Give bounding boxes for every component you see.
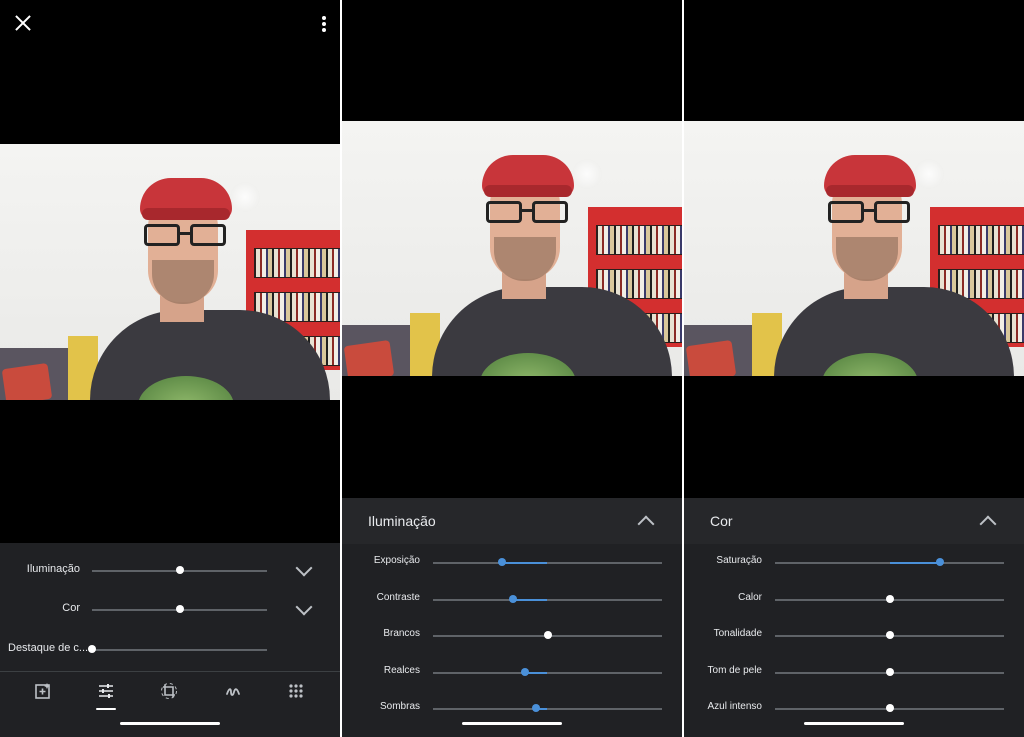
home-indicator[interactable] bbox=[804, 722, 904, 725]
markup-icon[interactable] bbox=[222, 682, 244, 704]
slider-label: Calor bbox=[738, 591, 762, 603]
chevron-up-icon[interactable] bbox=[979, 515, 997, 533]
chevron-down-icon[interactable] bbox=[295, 559, 313, 577]
pillow bbox=[1, 362, 53, 400]
chevron-down-icon[interactable] bbox=[295, 598, 313, 616]
slider-track[interactable] bbox=[433, 562, 662, 564]
photo-preview bbox=[0, 144, 340, 400]
photo-preview bbox=[342, 121, 682, 376]
editor-screen-overview: Iluminação Cor Destaque de c... bbox=[0, 0, 340, 737]
slider-label: Iluminação bbox=[26, 563, 80, 575]
slider-track[interactable] bbox=[433, 671, 662, 674]
slider-thumb[interactable] bbox=[88, 645, 96, 653]
slider-fill bbox=[501, 562, 548, 564]
slider-fill bbox=[889, 562, 940, 564]
person bbox=[432, 121, 672, 376]
slider-thumb[interactable] bbox=[497, 558, 506, 566]
slider-label: Saturação bbox=[716, 555, 762, 566]
person bbox=[90, 144, 330, 400]
more-tools-icon[interactable] bbox=[285, 682, 307, 704]
sheet-header[interactable]: Cor bbox=[684, 498, 1024, 544]
editor-screen-cor: Cor Saturação Calor Tonalidade Tom de pele A… bbox=[684, 0, 1024, 737]
slider-thumb[interactable] bbox=[885, 594, 894, 603]
photo-preview bbox=[684, 121, 1024, 376]
slider-label: Exposição bbox=[373, 555, 420, 566]
slider-thumb[interactable] bbox=[885, 631, 894, 639]
crop-rotate-icon[interactable] bbox=[158, 682, 180, 704]
active-tool-indicator bbox=[96, 708, 116, 710]
sheet-title: Iluminação bbox=[368, 513, 436, 529]
slider-row[interactable]: Tom de pele bbox=[684, 663, 1024, 683]
slider-label: Sombras bbox=[379, 701, 420, 712]
slider-track[interactable] bbox=[92, 649, 267, 651]
slider-label: Realces bbox=[383, 664, 420, 676]
person bbox=[774, 121, 1014, 376]
slider-thumb[interactable] bbox=[176, 566, 184, 574]
slider-thumb[interactable] bbox=[935, 558, 944, 566]
suggestions-icon[interactable] bbox=[32, 682, 54, 704]
tool-bar bbox=[0, 671, 340, 737]
slider-label: Azul intenso bbox=[707, 701, 762, 712]
slider-row-cor[interactable]: Cor bbox=[0, 595, 340, 625]
slider-fill bbox=[513, 598, 548, 601]
slider-thumb[interactable] bbox=[176, 605, 184, 613]
chevron-up-icon[interactable] bbox=[637, 515, 655, 533]
slider-row[interactable]: Sombras bbox=[342, 699, 682, 719]
slider-row[interactable]: Saturação bbox=[684, 553, 1024, 573]
slider-row[interactable]: Azul intenso bbox=[684, 699, 1024, 719]
slider-row-iluminacao[interactable]: Iluminação bbox=[0, 556, 340, 586]
pillow bbox=[343, 339, 395, 376]
slider-row[interactable]: Contraste bbox=[342, 590, 682, 610]
slider-thumb[interactable] bbox=[885, 704, 894, 712]
pillow bbox=[685, 339, 737, 376]
slider-label: Contraste bbox=[376, 591, 420, 603]
slider-row[interactable]: Exposição bbox=[342, 553, 682, 573]
adjust-sheet: Cor Saturação Calor Tonalidade Tom de pele A… bbox=[684, 498, 1024, 737]
slider-track[interactable] bbox=[433, 598, 662, 601]
adjust-sheet: Iluminação Cor Destaque de c... bbox=[0, 543, 340, 671]
slider-row[interactable]: Tonalidade bbox=[684, 626, 1024, 646]
slider-thumb[interactable] bbox=[520, 667, 529, 676]
slider-label: Tonalidade bbox=[713, 628, 762, 639]
adjust-icon[interactable] bbox=[95, 682, 117, 704]
slider-label: Cor bbox=[62, 602, 80, 614]
slider-thumb[interactable] bbox=[532, 704, 541, 712]
close-icon[interactable] bbox=[14, 14, 32, 32]
slider-row[interactable]: Brancos bbox=[342, 626, 682, 646]
adjust-sheet: Iluminação Exposição Contraste Brancos Real… bbox=[342, 498, 682, 737]
sheet-title: Cor bbox=[710, 513, 733, 529]
slider-thumb[interactable] bbox=[885, 667, 894, 676]
slider-row[interactable]: Calor bbox=[684, 590, 1024, 610]
home-indicator[interactable] bbox=[462, 722, 562, 725]
slider-label: Brancos bbox=[383, 628, 420, 639]
home-indicator[interactable] bbox=[120, 722, 220, 725]
slider-thumb[interactable] bbox=[509, 594, 518, 603]
slider-thumb[interactable] bbox=[543, 631, 552, 639]
slider-row[interactable]: Realces bbox=[342, 663, 682, 683]
slider-track[interactable] bbox=[433, 708, 662, 710]
slider-label: Destaque de c... bbox=[8, 642, 89, 654]
more-vert-icon[interactable] bbox=[316, 14, 332, 34]
slider-label: Tom de pele bbox=[707, 664, 762, 676]
editor-screen-iluminacao: Iluminação Exposição Contraste Brancos Real… bbox=[342, 0, 682, 737]
sheet-header[interactable]: Iluminação bbox=[342, 498, 682, 544]
slider-row-destaque[interactable]: Destaque de c... bbox=[0, 635, 340, 665]
